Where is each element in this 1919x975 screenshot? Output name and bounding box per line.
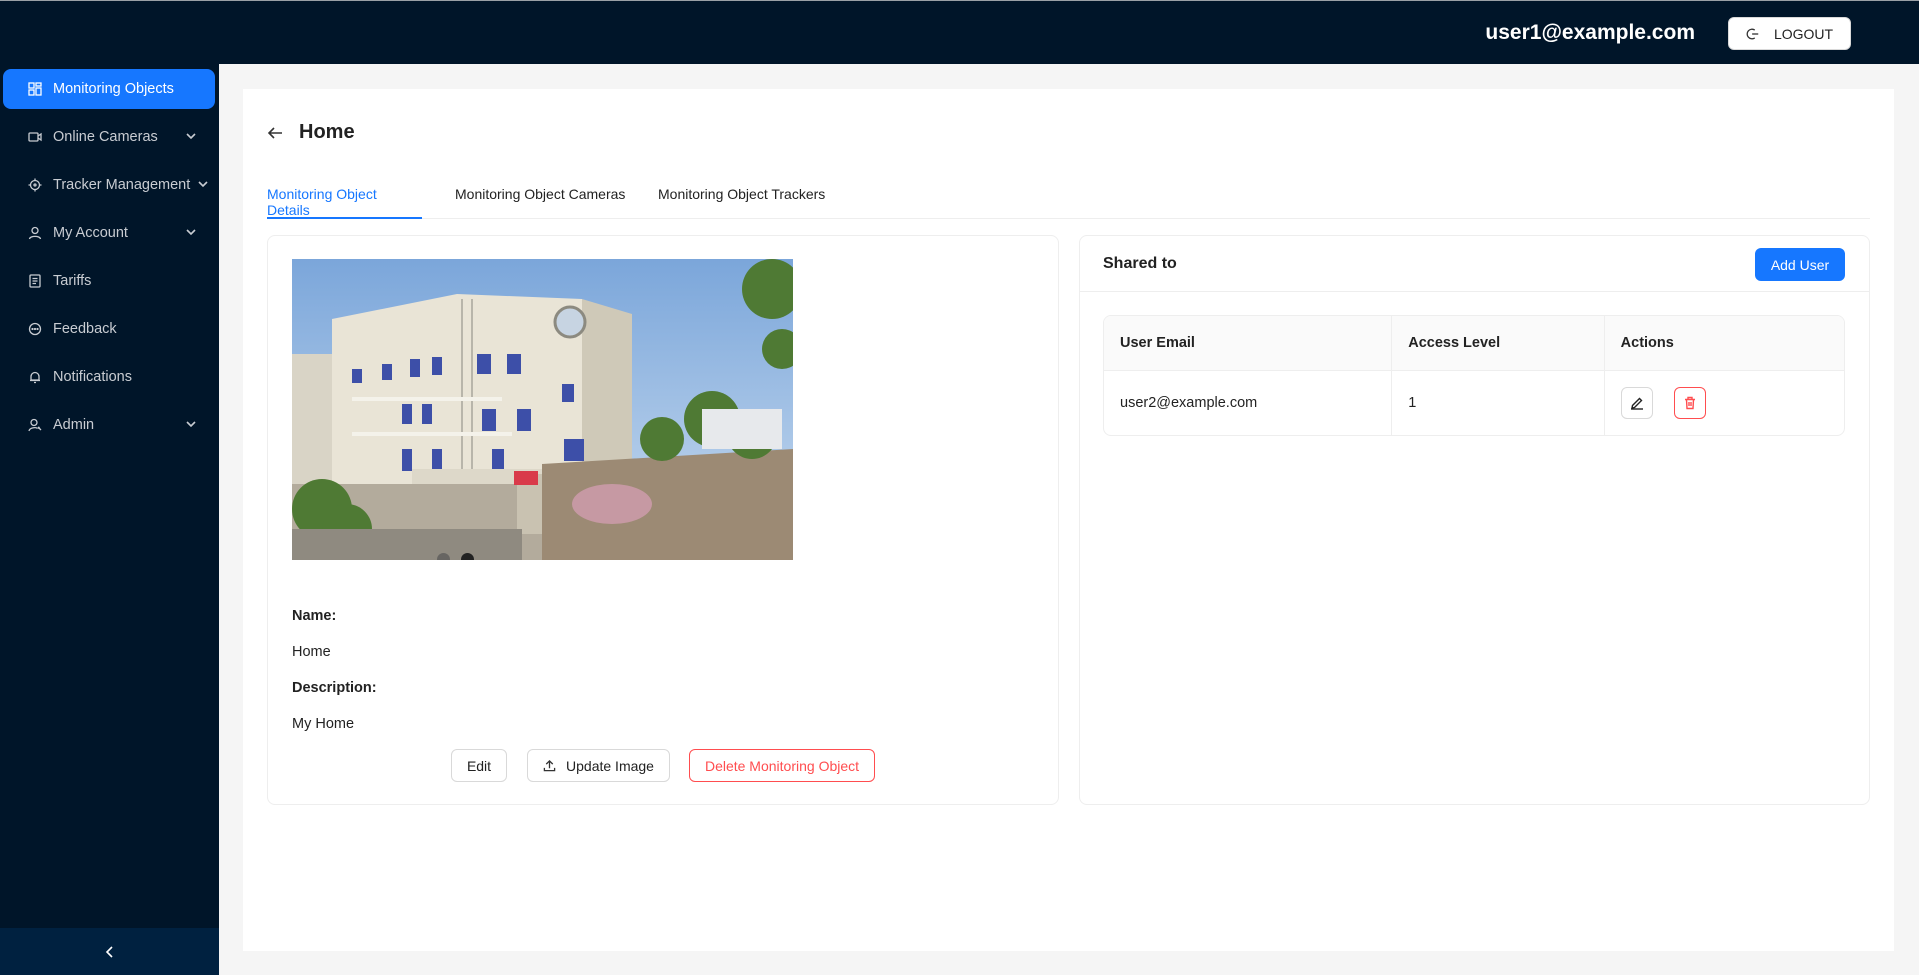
receipt-icon	[27, 273, 43, 289]
access-level-cell: 1	[1392, 371, 1605, 435]
sidebar-item-online-cameras[interactable]: Online Cameras	[3, 117, 215, 157]
sidebar-item-label: Admin	[53, 417, 95, 433]
user-icon	[27, 225, 43, 241]
logout-icon	[1746, 28, 1759, 39]
tab-monitoring-object-cameras[interactable]: Monitoring Object Cameras	[455, 186, 625, 219]
sidebar-item-tracker-management[interactable]: Tracker Management	[3, 165, 215, 205]
edit-button[interactable]: Edit	[451, 749, 507, 782]
carousel-dots	[437, 553, 474, 560]
dashboard-icon	[27, 81, 43, 97]
sidebar-item-label: Tariffs	[53, 273, 92, 289]
update-image-label: Update Image	[566, 757, 654, 774]
sidebar-item-feedback[interactable]: Feedback	[3, 309, 215, 349]
description-value: My Home	[292, 716, 355, 732]
page-title: Home	[299, 121, 355, 143]
sidebar-item-notifications[interactable]: Notifications	[3, 357, 215, 397]
object-photo[interactable]	[292, 259, 793, 560]
chevron-down-icon	[186, 229, 196, 236]
shared-to-header: Shared to Add User	[1080, 236, 1869, 292]
current-user-email: user1@example.com	[1485, 21, 1695, 44]
bell-icon	[27, 369, 43, 385]
sidebar-item-my-account[interactable]: My Account	[3, 213, 215, 253]
tab-monitoring-object-trackers[interactable]: Monitoring Object Trackers	[658, 186, 825, 219]
logout-button[interactable]: LOGOUT	[1728, 17, 1851, 50]
aim-icon	[27, 177, 43, 193]
sidebar-item-label: Notifications	[53, 369, 132, 385]
column-header-actions: Actions	[1620, 335, 1674, 351]
name-label: Name:	[292, 608, 337, 624]
admin-icon	[27, 417, 43, 433]
description-label: Description:	[292, 680, 377, 696]
sidebar-item-label: Tracker Management	[53, 177, 191, 193]
sidebar-item-monitoring-objects[interactable]: Monitoring Objects	[3, 69, 215, 109]
carousel-dot[interactable]	[461, 553, 474, 560]
shared-users-table: User Email Access Level Actions user2@ex…	[1103, 315, 1845, 436]
sidebar-item-label: Feedback	[53, 321, 117, 337]
chevron-down-icon	[186, 133, 196, 140]
shared-to-card: Shared to Add User User Email Access Lev…	[1079, 235, 1870, 805]
actions-cell	[1605, 371, 1844, 435]
table-row: user2@example.com 1	[1104, 371, 1844, 435]
upload-icon	[543, 759, 556, 772]
edit-label: Edit	[466, 757, 492, 774]
top-header: user1@example.com LOGOUT	[0, 0, 1919, 64]
sidebar-item-label: Online Cameras	[53, 129, 158, 145]
user-email-cell: user2@example.com	[1104, 371, 1393, 435]
object-details-card: Name: Home Description: My Home Edit Upd…	[267, 235, 1059, 805]
tab-monitoring-object-details[interactable]: Monitoring Object Details	[267, 186, 422, 219]
name-value: Home	[292, 644, 331, 660]
logout-label: LOGOUT	[1773, 25, 1834, 42]
sidebar-collapse-button[interactable]	[0, 928, 219, 975]
sidebar-item-label: My Account	[53, 225, 128, 241]
edit-access-button[interactable]	[1620, 387, 1653, 419]
carousel-dot[interactable]	[437, 553, 450, 560]
tab-bar: Monitoring Object Details Monitoring Obj…	[267, 186, 1870, 219]
delete-label: Delete Monitoring Object	[704, 757, 860, 774]
sidebar-item-admin[interactable]: Admin	[3, 405, 215, 445]
delete-monitoring-object-button[interactable]: Delete Monitoring Object	[689, 749, 875, 782]
message-icon	[27, 321, 43, 337]
column-header-user-email: User Email	[1104, 316, 1393, 370]
chevron-down-icon	[198, 181, 208, 188]
chevron-down-icon	[186, 421, 196, 428]
camera-icon	[27, 129, 43, 145]
chevron-left-icon	[105, 945, 113, 958]
sidebar-item-tariffs[interactable]: Tariffs	[3, 261, 215, 301]
table-header-row: User Email Access Level Actions	[1104, 316, 1844, 371]
shared-to-title: Shared to	[1103, 255, 1177, 272]
column-header-access-level: Access Level	[1392, 316, 1605, 370]
sidebar-item-label: Monitoring Objects	[53, 81, 174, 97]
main-content: Home Monitoring Object Details Monitorin…	[243, 89, 1894, 951]
sidebar: Monitoring Objects Online Cameras Tracke…	[0, 64, 219, 975]
add-user-button[interactable]: Add User	[1755, 248, 1845, 281]
pencil-icon	[1630, 397, 1643, 410]
update-image-button[interactable]: Update Image	[527, 749, 670, 782]
delete-access-button[interactable]	[1673, 387, 1706, 419]
trash-icon	[1684, 396, 1695, 410]
back-arrow-icon[interactable]	[266, 124, 284, 142]
